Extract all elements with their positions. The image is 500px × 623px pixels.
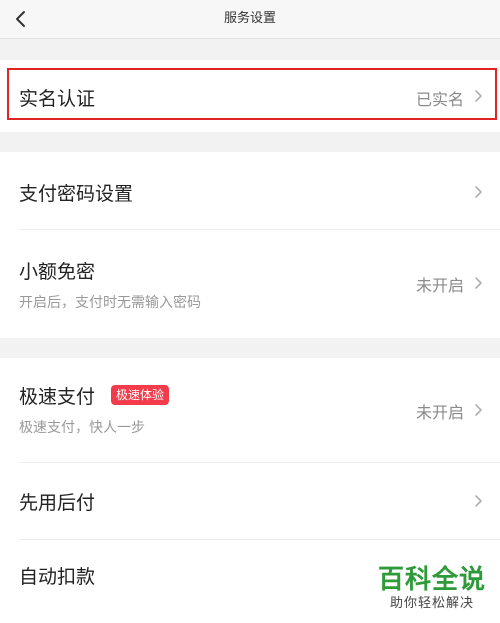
row-title: 实名认证	[19, 88, 96, 110]
row-payment-password[interactable]: 支付密码设置	[0, 152, 500, 229]
settings-group-identity: 实名认证 已实名	[0, 60, 500, 132]
row-small-amount-free[interactable]: 小额免密 开启后，支付时无需输入密码 未开启	[0, 230, 500, 338]
watermark-title: 百科全说	[377, 565, 486, 595]
row-title: 支付密码设置	[19, 183, 134, 205]
chevron-right-icon	[475, 186, 482, 198]
row-subtitle: 开启后，支付时无需输入密码	[19, 295, 201, 311]
watermark: 百科全说 助你轻松解决	[378, 565, 486, 613]
settings-group-password: 支付密码设置 小额免密 开启后，支付时无需输入密码 未开启	[0, 152, 500, 338]
chevron-right-icon	[475, 90, 482, 102]
row-express-pay[interactable]: 极速支付 极速体验 极速支付，快人一步 未开启	[0, 358, 500, 462]
nav-bar: 服务设置	[0, 0, 500, 39]
row-value: 未开启	[415, 276, 464, 295]
row-value: 未开启	[415, 403, 464, 422]
chevron-right-icon	[475, 404, 482, 416]
watermark-subtitle: 助你轻松解决	[389, 596, 474, 611]
row-value: 已实名	[415, 90, 464, 109]
row-title: 先用后付	[19, 492, 96, 514]
row-real-name-auth[interactable]: 实名认证 已实名	[0, 60, 500, 132]
chevron-right-icon	[475, 277, 482, 289]
page-title: 服务设置	[223, 11, 276, 26]
row-title: 极速支付	[19, 386, 96, 408]
row-title: 自动扣款	[19, 566, 96, 588]
row-pay-later[interactable]: 先用后付	[0, 463, 500, 539]
express-badge: 极速体验	[111, 385, 170, 405]
row-subtitle: 极速支付，快人一步	[19, 420, 145, 436]
row-title: 小额免密	[19, 261, 96, 283]
chevron-right-icon	[475, 495, 482, 507]
